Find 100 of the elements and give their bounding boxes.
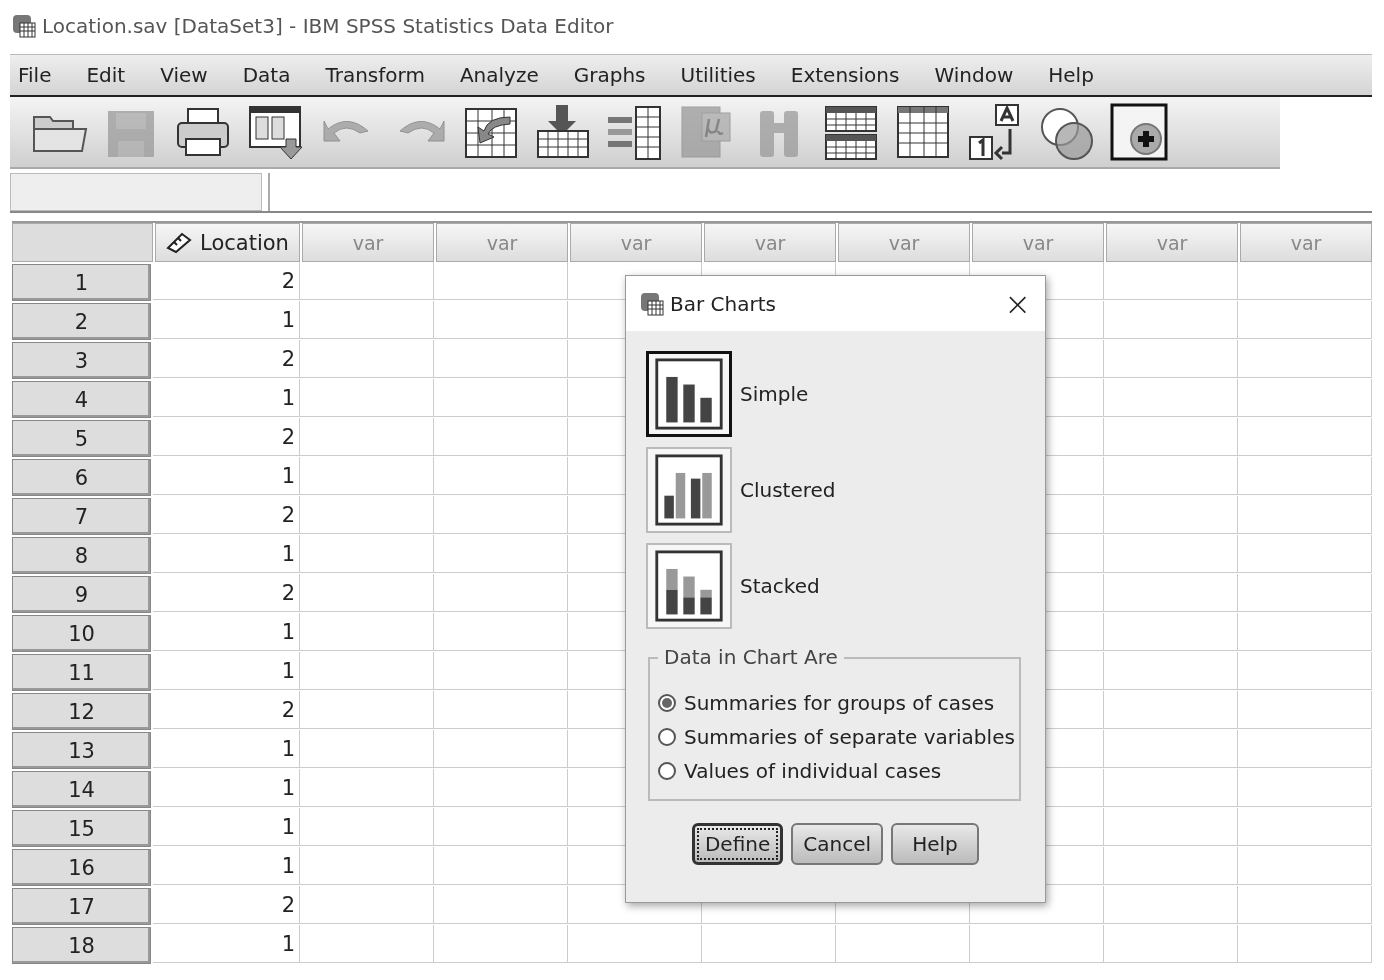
empty-cell[interactable] [434, 730, 568, 768]
row-number[interactable]: 18 [12, 927, 151, 964]
empty-cell[interactable] [434, 847, 568, 885]
empty-cell[interactable] [434, 925, 568, 963]
split-table-icon[interactable] [822, 103, 880, 161]
row-number[interactable]: 9 [12, 576, 151, 613]
empty-cell[interactable] [836, 925, 970, 963]
empty-cell[interactable] [1104, 808, 1238, 846]
empty-cell[interactable] [300, 847, 434, 885]
row-number[interactable]: 16 [12, 849, 151, 886]
empty-cell[interactable] [434, 340, 568, 378]
empty-cell[interactable] [1104, 340, 1238, 378]
empty-cell[interactable] [1238, 613, 1372, 651]
menu-item[interactable]: Data [242, 63, 309, 87]
menu-item[interactable]: File [18, 63, 70, 87]
row-number[interactable]: 10 [12, 615, 151, 652]
empty-cell[interactable] [300, 457, 434, 495]
menu-item[interactable]: Graphs [573, 63, 664, 87]
empty-cell[interactable] [300, 691, 434, 729]
empty-cell[interactable] [1104, 535, 1238, 573]
empty-cell[interactable] [300, 496, 434, 534]
empty-cell[interactable] [300, 574, 434, 612]
empty-cell[interactable] [1104, 496, 1238, 534]
empty-cell[interactable] [434, 886, 568, 924]
empty-cell[interactable] [568, 925, 702, 963]
empty-cell[interactable] [300, 808, 434, 846]
empty-cell[interactable] [970, 925, 1104, 963]
empty-cell[interactable] [1104, 925, 1238, 963]
empty-cell[interactable] [300, 886, 434, 924]
chart-type-button[interactable] [646, 543, 732, 629]
empty-cell[interactable] [434, 379, 568, 417]
empty-cell[interactable] [1104, 262, 1238, 300]
empty-cell[interactable] [1104, 652, 1238, 690]
empty-cell[interactable] [434, 301, 568, 339]
empty-cell[interactable] [1238, 340, 1372, 378]
empty-cell[interactable] [1238, 457, 1372, 495]
row-number[interactable]: 2 [12, 303, 151, 340]
empty-cell[interactable] [1104, 379, 1238, 417]
row-number[interactable]: 11 [12, 654, 151, 691]
row-number[interactable]: 17 [12, 888, 151, 925]
empty-cell[interactable] [1104, 769, 1238, 807]
empty-cell[interactable] [1104, 847, 1238, 885]
menu-item[interactable]: Window [934, 63, 1032, 87]
row-number[interactable]: 13 [12, 732, 151, 769]
empty-cell[interactable] [1104, 730, 1238, 768]
empty-cell[interactable] [300, 535, 434, 573]
empty-cell[interactable] [1238, 574, 1372, 612]
empty-cell[interactable] [300, 262, 434, 300]
empty-cell[interactable] [1238, 496, 1372, 534]
dialog-button[interactable]: Help [891, 823, 980, 865]
empty-cell[interactable] [434, 418, 568, 456]
menu-item[interactable]: Help [1048, 63, 1112, 87]
window-arrow-icon[interactable] [246, 103, 304, 161]
empty-cell[interactable] [1238, 730, 1372, 768]
empty-cell[interactable] [434, 457, 568, 495]
menu-item[interactable]: Extensions [790, 63, 918, 87]
empty-cell[interactable] [1104, 418, 1238, 456]
row-number[interactable]: 14 [12, 771, 151, 808]
column-header[interactable]: Location [155, 223, 300, 262]
dialog-button[interactable]: Cancel [791, 823, 884, 865]
radio-button[interactable] [658, 762, 676, 780]
chart-type-button[interactable] [646, 447, 732, 533]
row-number[interactable]: 12 [12, 693, 151, 730]
empty-cell[interactable] [702, 925, 836, 963]
empty-cell[interactable] [300, 340, 434, 378]
row-number[interactable]: 7 [12, 498, 151, 535]
cell-name-box[interactable] [10, 173, 262, 211]
empty-cell[interactable] [434, 769, 568, 807]
empty-cell[interactable] [1104, 613, 1238, 651]
empty-cell[interactable] [1104, 457, 1238, 495]
empty-cell[interactable] [1238, 691, 1372, 729]
empty-cell[interactable] [434, 574, 568, 612]
empty-cell[interactable] [300, 613, 434, 651]
row-number[interactable]: 3 [12, 342, 151, 379]
menu-item[interactable]: Utilities [680, 63, 774, 87]
empty-cell[interactable] [1238, 847, 1372, 885]
corner-header[interactable] [12, 223, 153, 262]
empty-cell[interactable] [300, 652, 434, 690]
dialog-button[interactable]: Define [691, 823, 784, 865]
menu-item[interactable]: View [160, 63, 226, 87]
empty-cell[interactable] [1104, 886, 1238, 924]
row-number[interactable]: 1 [12, 264, 151, 301]
radio-option[interactable]: Values of individual cases [658, 759, 1013, 783]
close-button[interactable]: × [990, 284, 1045, 323]
empty-cell[interactable] [300, 769, 434, 807]
empty-cell[interactable] [434, 652, 568, 690]
empty-cell[interactable] [1104, 301, 1238, 339]
empty-cell[interactable] [300, 730, 434, 768]
download-table-icon[interactable] [534, 103, 592, 161]
empty-cell[interactable] [1238, 769, 1372, 807]
menu-item[interactable]: Analyze [459, 63, 557, 87]
list-table-icon[interactable] [606, 103, 664, 161]
empty-cell[interactable] [434, 691, 568, 729]
empty-cell[interactable] [1238, 301, 1372, 339]
empty-cell[interactable] [300, 418, 434, 456]
empty-cell[interactable] [1238, 379, 1372, 417]
row-number[interactable]: 15 [12, 810, 151, 847]
row-number[interactable]: 6 [12, 459, 151, 496]
empty-cell[interactable] [1238, 925, 1372, 963]
empty-cell[interactable] [434, 808, 568, 846]
